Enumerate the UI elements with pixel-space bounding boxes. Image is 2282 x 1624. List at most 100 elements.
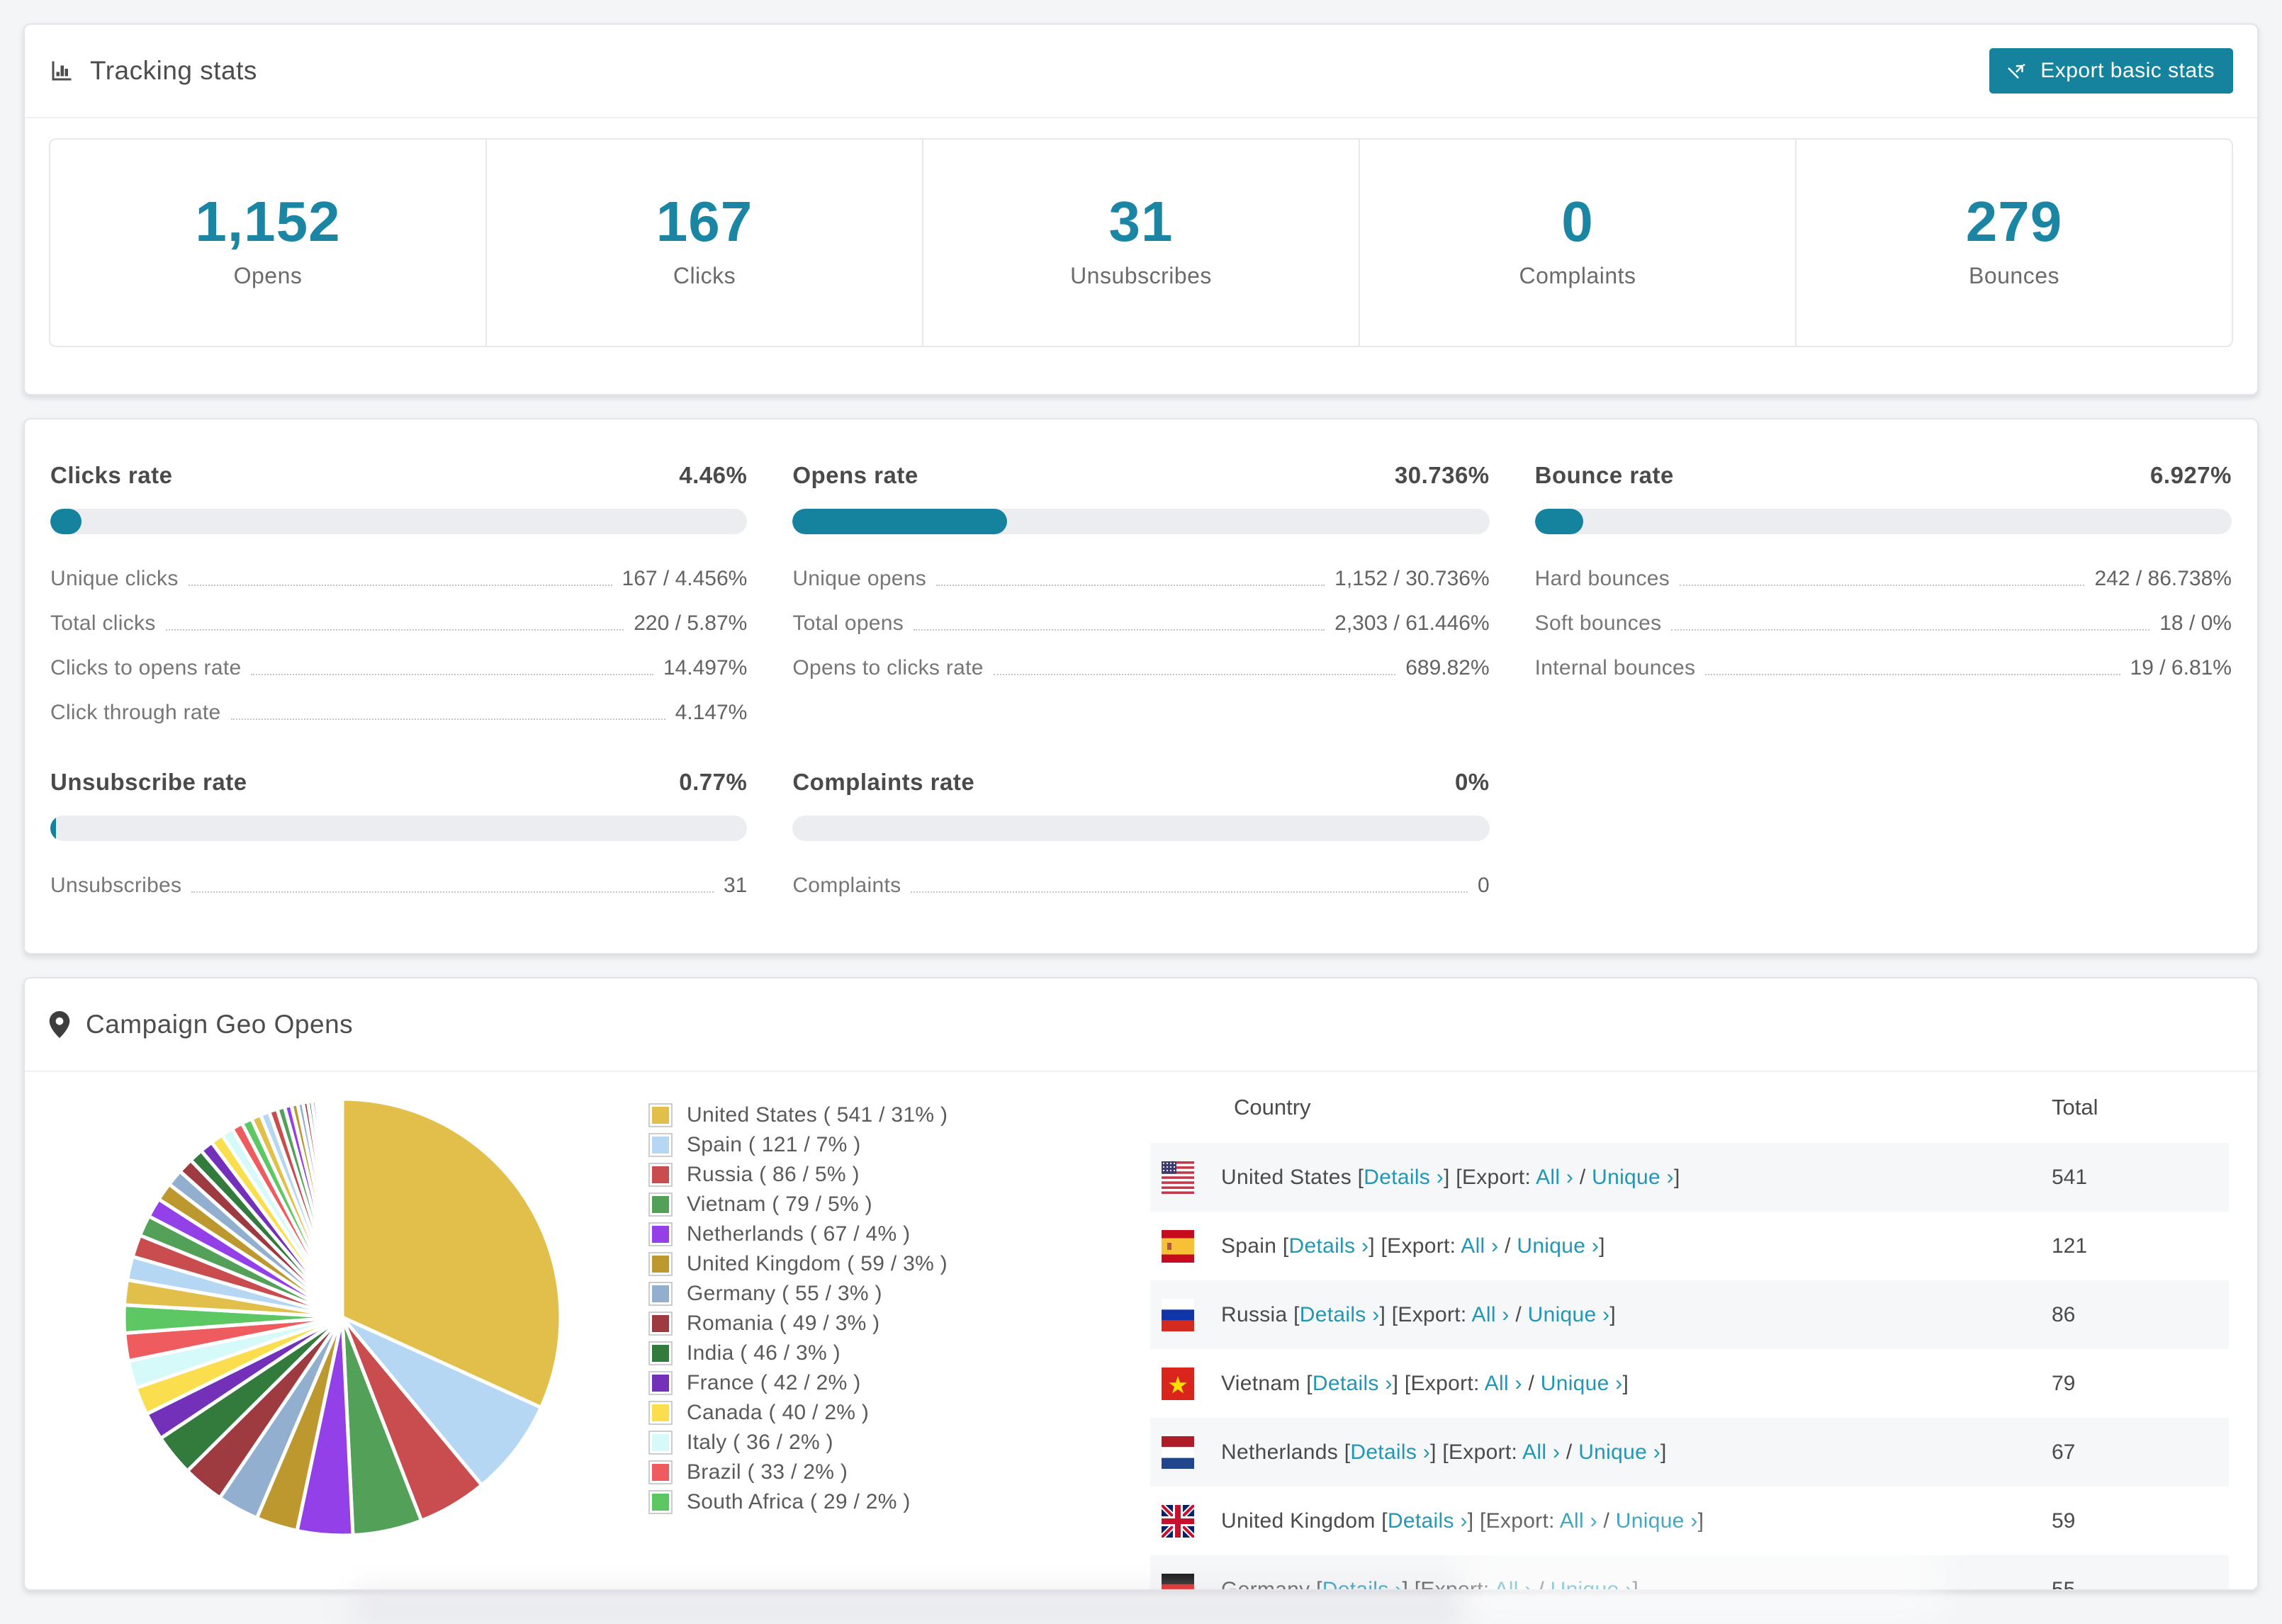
table-row-germany: Germany [Details ›] [Export: All › / Uni… xyxy=(1150,1555,2229,1591)
page-title: Tracking stats xyxy=(90,56,257,85)
geo-legend: United States ( 541 / 31% ) Spain ( 121 /… xyxy=(648,1072,1150,1517)
rates-card: Clicks rate 4.46% Unique clicks 167 / 4.456… xyxy=(23,418,2259,954)
rate-section-bounce-rate: Bounce rate 6.927% Hard bounces 242 / 86.73… xyxy=(1534,462,2232,725)
rate-rows: Unique clicks 167 / 4.456% Total clicks 220… xyxy=(50,567,747,725)
export-unique-link[interactable]: Unique › xyxy=(1616,1509,1698,1533)
legend-label: Italy ( 36 / 2% ) xyxy=(687,1431,833,1454)
es-flag-icon xyxy=(1162,1229,1194,1263)
legend-label: Netherlands ( 67 / 4% ) xyxy=(687,1222,911,1246)
summary-value: 167 xyxy=(656,190,753,253)
details-link[interactable]: Details › xyxy=(1289,1234,1369,1258)
export-unique-link[interactable]: Unique › xyxy=(1528,1303,1610,1326)
export-unique-link[interactable]: Unique › xyxy=(1578,1440,1660,1464)
export-all-link[interactable]: All › xyxy=(1485,1372,1522,1395)
legend-label: United States ( 541 / 31% ) xyxy=(687,1103,948,1127)
metric-row: Complaints 0 xyxy=(792,874,1489,898)
dotted-leader xyxy=(191,891,714,893)
rate-title: Bounce rate xyxy=(1534,462,1674,488)
export-label: Export: xyxy=(1449,1440,1518,1464)
metric-row: Total clicks 220 / 5.87% xyxy=(50,611,747,636)
rate-value: 0% xyxy=(1454,769,1490,795)
progress-bar xyxy=(50,816,748,841)
country-name: United Kingdom xyxy=(1221,1509,1376,1533)
summary-box-bounces: 279 Bounces xyxy=(1797,140,2232,346)
metric-label: Click through rate xyxy=(50,701,221,724)
details-link[interactable]: Details › xyxy=(1388,1509,1468,1533)
export-unique-link[interactable]: Unique › xyxy=(1541,1372,1623,1395)
export-label: Export: xyxy=(1461,1165,1531,1189)
summary-row: 1,152 Opens 167 Clicks 31 Unsubscribes 0 Compla… xyxy=(49,138,2233,347)
export-unique-link[interactable]: Unique › xyxy=(1592,1166,1674,1189)
legend-item-russia: Russia ( 86 / 5% ) xyxy=(648,1160,1150,1190)
metric-value: 4.147% xyxy=(675,701,748,724)
geo-header: Campaign Geo Opens xyxy=(25,979,2257,1072)
legend-item-united-states: United States ( 541 / 31% ) xyxy=(648,1100,1150,1130)
legend-swatch xyxy=(648,1282,673,1306)
export-label: Export: xyxy=(1420,1577,1490,1591)
export-unique-link[interactable]: Unique › xyxy=(1551,1578,1633,1590)
rate-value: 30.736% xyxy=(1394,462,1490,488)
dotted-leader xyxy=(1705,674,2120,675)
legend-label: France ( 42 / 2% ) xyxy=(687,1371,861,1394)
dotted-leader xyxy=(230,718,665,720)
legend-swatch xyxy=(648,1431,673,1455)
geo-card: Campaign Geo Opens United States ( 541 /… xyxy=(23,977,2259,1591)
metric-value: 19 / 6.81% xyxy=(2130,656,2232,680)
legend-swatch xyxy=(648,1222,673,1246)
rate-head: Unsubscribe rate 0.77% xyxy=(50,769,747,796)
geo-opens-table: Country Total United States [Details ›] [E… xyxy=(1150,1072,2229,1591)
total-value: 86 xyxy=(2052,1302,2076,1326)
details-link[interactable]: Details › xyxy=(1322,1578,1403,1590)
legend-item-south-africa: South Africa ( 29 / 2% ) xyxy=(648,1487,1150,1517)
metric-label: Total clicks xyxy=(50,611,156,635)
nl-flag-icon xyxy=(1162,1436,1194,1469)
export-all-link[interactable]: All › xyxy=(1495,1578,1532,1590)
total-value: 55 xyxy=(2052,1577,2076,1591)
export-unique-link[interactable]: Unique › xyxy=(1517,1234,1599,1258)
legend-swatch xyxy=(648,1133,673,1157)
legend-swatch xyxy=(648,1401,673,1425)
summary-label: Complaints xyxy=(1519,263,1636,288)
metric-value: 18 / 0% xyxy=(2159,611,2232,635)
gb-flag-icon xyxy=(1162,1504,1194,1538)
legend-label: Brazil ( 33 / 2% ) xyxy=(687,1460,848,1484)
export-all-link[interactable]: All › xyxy=(1472,1303,1510,1326)
rate-head: Complaints rate 0% xyxy=(792,769,1489,796)
metric-row: Click through rate 4.147% xyxy=(50,701,747,725)
rate-title: Complaints rate xyxy=(792,769,975,795)
map-pin-icon xyxy=(49,1011,70,1038)
rate-head: Opens rate 30.736% xyxy=(792,462,1489,489)
summary-value: 31 xyxy=(1108,190,1174,253)
export-all-link[interactable]: All › xyxy=(1461,1234,1498,1258)
dotted-leader xyxy=(165,629,624,631)
summary-value: 1,152 xyxy=(195,190,341,253)
details-link[interactable]: Details › xyxy=(1313,1372,1393,1395)
details-link[interactable]: Details › xyxy=(1364,1166,1444,1189)
export-all-link[interactable]: All › xyxy=(1536,1166,1573,1189)
rate-title: Opens rate xyxy=(792,462,918,488)
progress-bar xyxy=(50,509,748,534)
table-row-spain: Spain [Details ›] [Export: All › / Uniqu… xyxy=(1150,1212,2229,1280)
legend-item-romania: Romania ( 49 / 3% ) xyxy=(648,1309,1150,1338)
dotted-leader xyxy=(914,629,1325,631)
export-all-link[interactable]: All › xyxy=(1560,1509,1597,1533)
progress-bar xyxy=(792,509,1490,534)
details-link[interactable]: Details › xyxy=(1350,1440,1430,1464)
rate-title: Clicks rate xyxy=(50,462,173,488)
export-basic-stats-button[interactable]: Export basic stats xyxy=(1989,48,2233,94)
table-row-united-kingdom: United Kingdom [Details ›] [Export: All … xyxy=(1150,1487,2229,1555)
country-cell: Spain [Details ›] [Export: All › / Uniqu… xyxy=(1221,1234,1605,1258)
summary-label: Bounces xyxy=(1968,263,2060,288)
rate-head: Bounce rate 6.927% xyxy=(1535,462,2232,489)
details-link[interactable]: Details › xyxy=(1300,1303,1380,1326)
rate-section-unsubscribe-rate: Unsubscribe rate 0.77% Unsubscribes 31 xyxy=(50,769,748,898)
summary-label: Opens xyxy=(233,263,303,288)
ru-flag-icon xyxy=(1162,1298,1194,1331)
country-cell: Germany [Details ›] [Export: All › / Uni… xyxy=(1221,1577,2052,1591)
tracking-stats-page: Tracking stats Export basic stats 1,152 O… xyxy=(0,0,2282,1624)
progress-fill xyxy=(50,509,82,534)
rate-value: 6.927% xyxy=(2150,462,2232,488)
geo-title-wrap: Campaign Geo Opens xyxy=(49,1010,353,1039)
legend-item-italy: Italy ( 36 / 2% ) xyxy=(648,1428,1150,1457)
export-all-link[interactable]: All › xyxy=(1522,1440,1560,1464)
